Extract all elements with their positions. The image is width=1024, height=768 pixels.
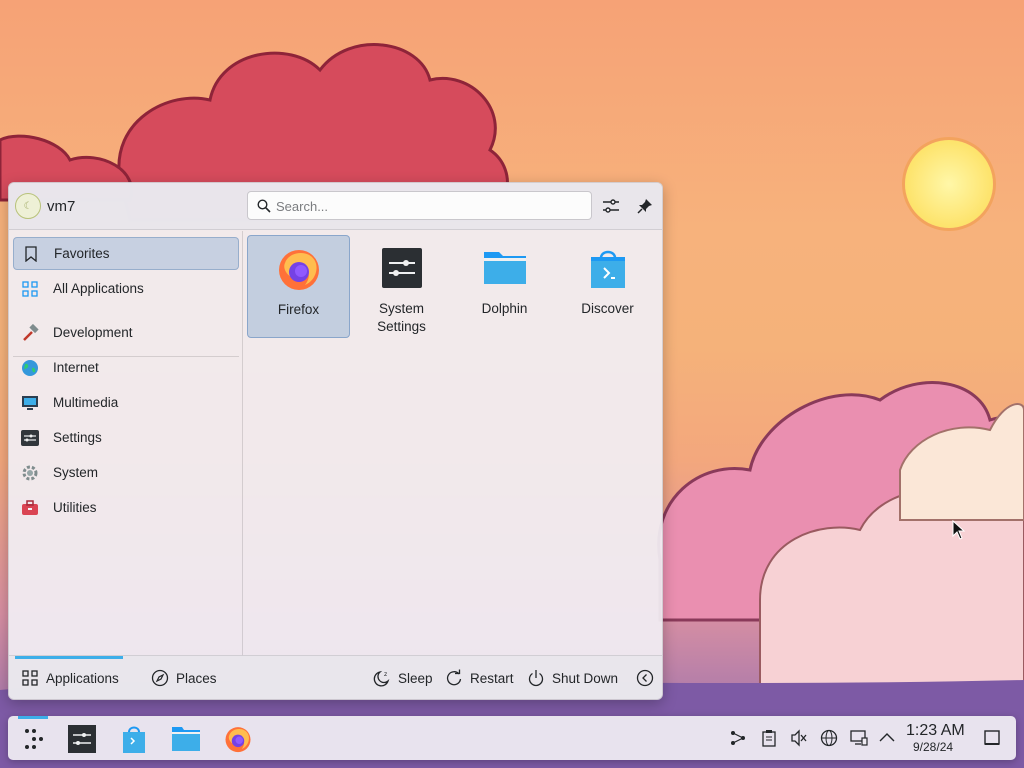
launcher-icon — [25, 729, 43, 749]
pin-icon — [637, 199, 652, 214]
category-label: Multimedia — [53, 395, 119, 410]
restart-label: Restart — [470, 670, 514, 686]
category-internet[interactable]: Internet — [13, 351, 239, 384]
volume-muted-icon — [791, 729, 807, 747]
tray-clipboard[interactable] — [760, 729, 778, 747]
active-tab-indicator — [15, 656, 123, 659]
tab-places[interactable]: Places — [151, 668, 217, 688]
category-label: All Applications — [53, 281, 144, 296]
app-label: Firefox — [277, 302, 320, 317]
category-development[interactable]: Development — [13, 316, 239, 349]
sun-decoration — [905, 140, 993, 228]
sliders-icon — [603, 199, 619, 213]
grid-icon — [21, 280, 39, 298]
category-label: Internet — [53, 360, 99, 375]
app-firefox[interactable]: Firefox — [247, 235, 350, 338]
taskbar-firefox[interactable] — [222, 723, 254, 755]
tab-label: Applications — [46, 670, 119, 686]
taskbar-dolphin[interactable] — [170, 723, 202, 755]
grid-icon — [21, 669, 39, 687]
user-avatar[interactable]: ☾ — [15, 193, 41, 219]
discover-bag-icon — [123, 726, 145, 753]
favorites-grid: Firefox System Settings Dolphin Discover — [247, 235, 662, 655]
pin-button[interactable] — [633, 194, 657, 218]
restart-button[interactable]: Restart — [445, 668, 514, 688]
chevron-up-icon — [879, 733, 895, 742]
tab-label: Places — [176, 670, 217, 686]
taskbar-panel: 1:23 AM 9/28/24 — [8, 716, 1016, 760]
display-icon — [850, 730, 868, 746]
application-launcher: ☾ vm7 Search... Favorites All Applicatio… — [8, 182, 663, 700]
launcher-footer: Applications Places z Sleep Restart Shut… — [9, 655, 662, 699]
show-desktop-icon — [984, 730, 1000, 745]
taskbar-discover[interactable] — [118, 723, 150, 755]
compass-icon — [151, 669, 169, 687]
clock-time[interactable]: 1:23 AM — [906, 722, 965, 740]
app-label: System Settings — [377, 301, 426, 334]
category-label: Development — [53, 325, 133, 340]
sleep-label: Sleep — [398, 670, 433, 686]
launcher-header: ☾ vm7 — [9, 183, 662, 230]
tray-kde-connect[interactable] — [729, 729, 747, 747]
search-icon — [257, 199, 271, 213]
category-favorites[interactable]: Favorites — [13, 237, 239, 270]
shutdown-button[interactable]: Shut Down — [527, 668, 618, 688]
category-all-applications[interactable]: All Applications — [13, 272, 239, 305]
globe-icon — [21, 359, 39, 377]
category-utilities[interactable]: Utilities — [13, 491, 239, 524]
bookmark-icon — [22, 245, 40, 263]
shutdown-label: Shut Down — [552, 670, 619, 686]
kde-connect-icon — [731, 731, 745, 745]
clipboard-icon — [762, 730, 776, 747]
folder-icon — [483, 252, 526, 284]
tray-display[interactable] — [850, 729, 868, 747]
category-settings[interactable]: Settings — [13, 421, 239, 454]
folder-icon — [172, 727, 200, 751]
username: vm7 — [47, 198, 76, 215]
sleep-moon-icon: z — [373, 669, 391, 687]
tray-network[interactable] — [820, 729, 838, 747]
clock-date[interactable]: 9/28/24 — [913, 740, 953, 754]
category-label: Settings — [53, 430, 102, 445]
app-dolphin[interactable]: Dolphin — [453, 235, 556, 338]
power-icon — [527, 669, 545, 687]
mouse-cursor-icon — [952, 520, 966, 540]
network-icon — [820, 729, 838, 747]
system-settings-icon — [68, 725, 96, 753]
sleep-button[interactable]: z Sleep — [373, 668, 433, 688]
system-settings-icon — [381, 248, 422, 288]
settings-icon — [21, 429, 39, 447]
discover-bag-icon — [590, 250, 625, 288]
show-desktop-button[interactable] — [983, 729, 1001, 747]
firefox-icon — [278, 250, 319, 290]
chevron-left-icon — [636, 669, 654, 687]
monitor-icon — [21, 394, 39, 412]
category-multimedia[interactable]: Multimedia — [13, 386, 239, 419]
more-session-button[interactable] — [636, 668, 661, 688]
taskbar-system-settings[interactable] — [66, 723, 98, 755]
configure-button[interactable] — [599, 194, 623, 218]
tray-expand-button[interactable] — [878, 729, 896, 747]
firefox-icon — [225, 727, 251, 753]
app-discover[interactable]: Discover — [556, 235, 659, 338]
app-label: Dolphin — [481, 301, 528, 316]
application-launcher-button[interactable] — [18, 723, 50, 755]
category-label: Utilities — [53, 500, 97, 515]
gear-icon — [21, 464, 39, 482]
hammer-icon — [21, 323, 39, 342]
svg-text:z: z — [384, 671, 387, 678]
search-box[interactable] — [247, 191, 592, 220]
category-system[interactable]: System — [13, 456, 239, 489]
tray-volume[interactable] — [790, 729, 808, 747]
app-system-settings[interactable]: System Settings — [350, 235, 453, 338]
category-sidebar: Favorites All Applications Development I… — [9, 231, 243, 656]
toolbox-icon — [21, 499, 39, 517]
category-label: Favorites — [54, 246, 110, 261]
app-label: Discover — [581, 301, 634, 316]
restart-icon — [445, 669, 463, 687]
tab-applications[interactable]: Applications — [21, 668, 119, 688]
launcher-active-indicator — [18, 716, 48, 719]
search-input[interactable] — [276, 196, 576, 216]
category-label: System — [53, 465, 99, 480]
